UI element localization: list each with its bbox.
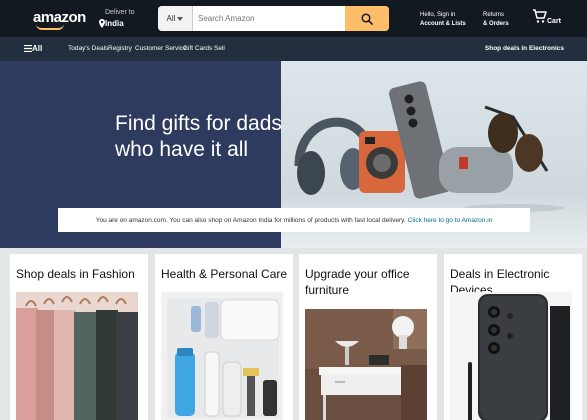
nav-gift-cards[interactable]: Gift Cards [183, 45, 212, 52]
deliver-country: India [105, 19, 124, 28]
clothes-hangers-illustration [16, 292, 138, 420]
returns-orders[interactable]: Returns & Orders [483, 11, 509, 29]
search-icon [361, 12, 373, 25]
nav-promo-electronics[interactable]: Shop deals in Electronics [485, 45, 564, 52]
card-title: Upgrade your office furniture [305, 267, 410, 297]
search-button[interactable] [345, 6, 389, 31]
fashion-image [16, 292, 138, 420]
nav-todays-deals[interactable]: Today's Deals [68, 45, 108, 52]
deliver-label: Deliver to [105, 9, 135, 16]
account-lists[interactable]: Hello, Sign in Account & Lists [420, 11, 466, 29]
health-image [161, 292, 283, 420]
cart-button[interactable]: Cart [532, 9, 561, 29]
personal-care-illustration [161, 292, 283, 420]
account-greeting: Hello, Sign in [420, 12, 456, 18]
search-category-label: All [166, 14, 176, 23]
top-nav: amazon Deliver to India All Hello, Sign … [0, 0, 587, 37]
smartphone-illustration [450, 292, 572, 420]
hero-title: Find gifts for dads who have it all [115, 112, 282, 161]
nav-registry[interactable]: Registry [108, 45, 132, 52]
card-title: Health & Personal Care [161, 267, 288, 281]
cart-icon [533, 9, 547, 23]
region-notice: You are on amazon.com. You can also shop… [58, 208, 530, 232]
search-category-select[interactable]: All [158, 6, 193, 31]
card-office[interactable]: Upgrade your office furniture [299, 254, 437, 420]
amazon-in-link[interactable]: Click here to go to Amazon.in [408, 217, 493, 224]
hamburger-icon [24, 44, 32, 53]
all-menu-label: All [32, 44, 43, 53]
search-bar: All [158, 6, 389, 31]
search-input[interactable] [198, 10, 338, 27]
card-electronics[interactable]: Deals in Electronic Devices [444, 254, 582, 420]
cart-label: Cart [547, 18, 562, 25]
office-furniture-illustration [305, 309, 427, 420]
sub-nav: All Today's Deals Registry Customer Serv… [0, 37, 587, 61]
chevron-down-icon [177, 16, 184, 21]
returns-label: Returns [483, 12, 505, 18]
nav-customer-service[interactable]: Customer Service [135, 45, 187, 52]
electronics-image [450, 292, 572, 420]
hero-banner[interactable]: Find gifts for dads who have it all You … [0, 61, 587, 248]
orders-label: & Orders [483, 21, 509, 27]
card-health[interactable]: Health & Personal Care [155, 254, 293, 420]
card-title: Shop deals in Fashion [16, 267, 135, 281]
account-label: Account & Lists [420, 21, 466, 27]
logo-smile-icon [36, 24, 64, 30]
region-notice-text: You are on amazon.com. You can also shop… [95, 216, 406, 224]
office-image [305, 309, 427, 420]
card-fashion[interactable]: Shop deals in Fashion [10, 254, 148, 420]
nav-sell[interactable]: Sell [214, 45, 225, 52]
all-menu-button[interactable]: All [24, 44, 42, 53]
